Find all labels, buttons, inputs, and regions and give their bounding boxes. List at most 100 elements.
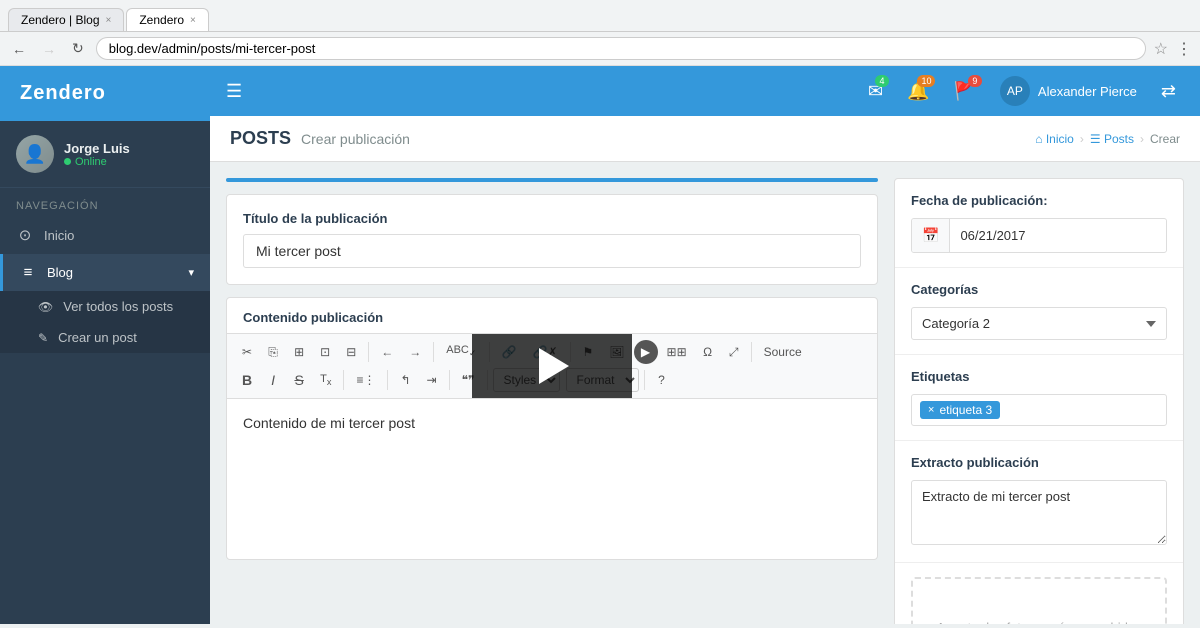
undo-button[interactable]: ←	[374, 341, 400, 363]
right-panel: Fecha de publicación: 📅 Categorías Categ…	[894, 178, 1184, 624]
share-button[interactable]: ⇄	[1153, 77, 1184, 106]
notifications-badge: 10	[917, 75, 935, 87]
italic-button[interactable]: I	[261, 368, 285, 392]
toolbar-sep-10	[644, 370, 645, 390]
breadcrumb-sep-2: ›	[1140, 132, 1144, 146]
strikethrough-button[interactable]: S	[287, 368, 311, 392]
sidebar-item-inicio[interactable]: ⊙ Inicio	[0, 216, 210, 254]
home-icon: ⊙	[16, 226, 34, 244]
upload-label: Arrastra las fotos aquí para subirlas	[936, 620, 1141, 625]
editor-section: Contenido publicación ✂ ⎘ ⊞ ⊡ ⊟ ← →	[226, 297, 878, 560]
toolbar-sep-8	[449, 370, 450, 390]
avatar: 👤	[16, 135, 54, 173]
title-label: Título de la publicación	[243, 211, 861, 226]
paste-word-button[interactable]: ⊟	[339, 341, 363, 363]
user-status: Online	[64, 156, 194, 168]
ordered-list-button[interactable]: ≡⋮	[349, 369, 382, 391]
topbar-user[interactable]: AP Alexander Pierce	[992, 72, 1145, 110]
menu-icon[interactable]: ⋮	[1176, 39, 1192, 59]
sidebar-subitem-crear-post[interactable]: ✎ Crear un post	[0, 322, 210, 353]
page-title: POSTS	[230, 128, 291, 149]
breadcrumb-current: Crear	[1150, 132, 1180, 146]
tags-section: Etiquetas × etiqueta 3	[895, 355, 1183, 441]
bold-button[interactable]: B	[235, 368, 259, 392]
remove-format-button[interactable]: Tx	[313, 369, 338, 391]
outdent-button[interactable]: ↰	[393, 369, 417, 391]
messages-button[interactable]: ✉ 4	[860, 77, 891, 106]
sidebar-item-blog-label: Blog	[47, 265, 73, 280]
video-inline-button[interactable]: ▶	[634, 340, 658, 364]
refresh-button[interactable]: ↻	[68, 38, 88, 59]
redo-button[interactable]: →	[402, 341, 428, 363]
left-panel: Título de la publicación Contenido publi…	[226, 178, 878, 624]
sidebar-user: 👤 Jorge Luis Online	[0, 121, 210, 188]
browser-tab-1[interactable]: Zendero | Blog ×	[8, 8, 124, 31]
date-label: Fecha de publicación:	[911, 193, 1167, 208]
editor-toolbar: ✂ ⎘ ⊞ ⊡ ⊟ ← → ABC✓ 🔗 🔗✗	[227, 333, 877, 399]
topbar-user-name: Alexander Pierce	[1038, 84, 1137, 99]
toolbar-sep-1	[368, 342, 369, 362]
cut-button[interactable]: ✂	[235, 341, 259, 363]
excerpt-textarea[interactable]: Extracto de mi tercer post	[911, 480, 1167, 545]
tag-remove-icon[interactable]: ×	[928, 404, 934, 416]
editor-body[interactable]: Contenido de mi tercer post	[227, 399, 877, 559]
page-header: POSTS Crear publicación ⌂ Inicio › ☰ Pos…	[210, 116, 1200, 162]
ver-posts-label: Ver todos los posts	[63, 299, 173, 314]
edit-icon: ✎	[38, 331, 48, 345]
menu-toggle-button[interactable]: ☰	[226, 81, 242, 102]
browser-bar: ← → ↻ ☆ ⋮	[0, 32, 1200, 66]
bookmark-icon[interactable]: ☆	[1154, 39, 1168, 59]
table-button[interactable]: ⊞⊞	[660, 341, 694, 363]
sidebar-item-inicio-label: Inicio	[44, 228, 74, 243]
blog-icon: ≡	[19, 264, 37, 281]
category-select[interactable]: Categoría 1 Categoría 2 Categoría 3	[911, 307, 1167, 340]
copy-button[interactable]: ⎘	[261, 341, 285, 364]
date-input[interactable]	[950, 220, 1166, 251]
editor-content: Contenido de mi tercer post	[243, 415, 415, 431]
sidebar-subitem-ver-posts[interactable]: 👁 Ver todos los posts	[0, 291, 210, 322]
content-label: Contenido publicación	[227, 298, 877, 333]
tab-label-2: Zendero	[139, 13, 184, 27]
nav-label: Navegación	[0, 188, 210, 216]
date-field: 📅	[911, 218, 1167, 253]
chevron-down-icon: ▾	[188, 266, 194, 279]
paste-button[interactable]: ⊞	[287, 341, 311, 363]
forward-button[interactable]: →	[38, 39, 60, 59]
tab-close-1[interactable]: ×	[106, 15, 112, 26]
list-icon: ☰	[1090, 132, 1101, 146]
sidebar: Zendero 👤 Jorge Luis Online Navegación ⊙…	[0, 66, 210, 624]
title-section: Título de la publicación	[226, 194, 878, 285]
toolbar-sep-5	[751, 342, 752, 362]
title-input[interactable]	[243, 234, 861, 268]
browser-tab-2[interactable]: Zendero ×	[126, 8, 209, 31]
notifications-button[interactable]: 🔔 10	[899, 77, 937, 106]
blog-submenu: 👁 Ver todos los posts ✎ Crear un post	[0, 291, 210, 353]
toolbar-sep-6	[343, 370, 344, 390]
fullscreen-button[interactable]: ⤢	[722, 341, 746, 364]
tab-close-2[interactable]: ×	[190, 15, 196, 26]
sidebar-item-blog[interactable]: ≡ Blog ▾	[0, 254, 210, 291]
breadcrumb-sep-1: ›	[1080, 132, 1084, 146]
address-bar[interactable]	[96, 37, 1146, 60]
messages-badge: 4	[875, 75, 889, 87]
content-body: Título de la publicación Contenido publi…	[210, 162, 1200, 624]
excerpt-label: Extracto publicación	[911, 455, 1167, 470]
back-button[interactable]: ←	[8, 39, 30, 59]
play-icon	[539, 348, 569, 384]
video-overlay[interactable]	[472, 334, 632, 398]
tags-container[interactable]: × etiqueta 3	[911, 394, 1167, 426]
calendar-icon: 📅	[912, 219, 950, 252]
tag-label: etiqueta 3	[939, 403, 992, 417]
help-button[interactable]: ?	[650, 369, 674, 391]
tag-etiqueta-3[interactable]: × etiqueta 3	[920, 401, 1000, 419]
breadcrumb-home[interactable]: ⌂ Inicio	[1035, 132, 1074, 146]
page-subtitle: Crear publicación	[301, 131, 410, 147]
paste-text-button[interactable]: ⊡	[313, 341, 337, 363]
indent-button[interactable]: ⇥	[420, 369, 444, 391]
crear-post-label: Crear un post	[58, 330, 137, 345]
category-label: Categorías	[911, 282, 1167, 297]
special-char-button[interactable]: Ω	[696, 341, 720, 363]
flags-button[interactable]: 🚩 9	[945, 77, 983, 106]
photo-drop-zone[interactable]: Arrastra las fotos aquí para subirlas	[911, 577, 1167, 624]
source-button[interactable]: Source	[757, 341, 809, 363]
